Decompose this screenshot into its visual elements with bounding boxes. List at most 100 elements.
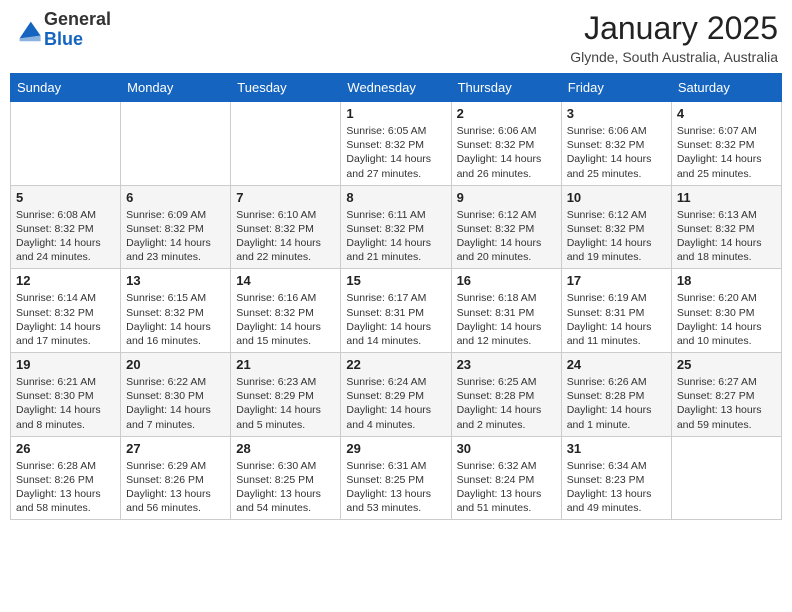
weekday-header: Tuesday bbox=[231, 74, 341, 102]
calendar-cell: 8Sunrise: 6:11 AM Sunset: 8:32 PM Daylig… bbox=[341, 185, 451, 269]
calendar-cell: 25 Sunrise: 6:27 AM Sunset: 8:27 PM Dayli… bbox=[671, 353, 781, 437]
calendar-cell: 11 Sunrise: 6:13 AM Sunset: 8:32 PM Dayli… bbox=[671, 185, 781, 269]
calendar-cell: 14 Sunrise: 6:16 AM Sunset: 8:32 PM Dayli… bbox=[231, 269, 341, 353]
day-info: Sunrise: 6:21 AM Sunset: 8:30 PM Dayligh… bbox=[16, 375, 115, 432]
logo-icon bbox=[14, 16, 42, 44]
calendar-cell: 4Sunrise: 6:07 AM Sunset: 8:32 PM Daylig… bbox=[671, 102, 781, 186]
calendar-cell: 22 Sunrise: 6:24 AM Sunset: 8:29 PM Dayli… bbox=[341, 353, 451, 437]
calendar-cell: 31 Sunrise: 6:34 AM Sunset: 8:23 PM Dayli… bbox=[561, 436, 671, 520]
calendar-cell: 18Sunrise: 6:20 AM Sunset: 8:30 PM Dayli… bbox=[671, 269, 781, 353]
calendar-cell bbox=[231, 102, 341, 186]
day-info: Sunrise: 6:06 AM Sunset: 8:32 PM Dayligh… bbox=[457, 124, 556, 181]
calendar-cell: 24 Sunrise: 6:26 AM Sunset: 8:28 PM Dayli… bbox=[561, 353, 671, 437]
day-info: Sunrise: 6:09 AM Sunset: 8:32 PM Dayligh… bbox=[126, 208, 225, 265]
calendar-cell: 26 Sunrise: 6:28 AM Sunset: 8:26 PM Dayli… bbox=[11, 436, 121, 520]
day-number: 17 bbox=[567, 273, 666, 288]
day-number: 3 bbox=[567, 106, 666, 121]
day-info: Sunrise: 6:18 AM Sunset: 8:31 PM Dayligh… bbox=[457, 291, 556, 348]
day-info: Sunrise: 6:16 AM Sunset: 8:32 PM Dayligh… bbox=[236, 291, 335, 348]
calendar-cell: 16Sunrise: 6:18 AM Sunset: 8:31 PM Dayli… bbox=[451, 269, 561, 353]
calendar-cell: 5 Sunrise: 6:08 AM Sunset: 8:32 PM Daylig… bbox=[11, 185, 121, 269]
logo-general: General bbox=[44, 10, 111, 30]
calendar-cell: 1Sunrise: 6:05 AM Sunset: 8:32 PM Daylig… bbox=[341, 102, 451, 186]
day-number: 15 bbox=[346, 273, 445, 288]
weekday-header: Monday bbox=[121, 74, 231, 102]
day-number: 4 bbox=[677, 106, 776, 121]
logo: General Blue bbox=[14, 10, 111, 50]
day-number: 6 bbox=[126, 190, 225, 205]
day-info: Sunrise: 6:32 AM Sunset: 8:24 PM Dayligh… bbox=[457, 459, 556, 516]
calendar-cell: 29Sunrise: 6:31 AM Sunset: 8:25 PM Dayli… bbox=[341, 436, 451, 520]
day-info: Sunrise: 6:15 AM Sunset: 8:32 PM Dayligh… bbox=[126, 291, 225, 348]
day-info: Sunrise: 6:27 AM Sunset: 8:27 PM Dayligh… bbox=[677, 375, 776, 432]
logo-blue: Blue bbox=[44, 30, 111, 50]
calendar-week-row: 5 Sunrise: 6:08 AM Sunset: 8:32 PM Daylig… bbox=[11, 185, 782, 269]
calendar-cell bbox=[671, 436, 781, 520]
calendar-cell: 27 Sunrise: 6:29 AM Sunset: 8:26 PM Dayli… bbox=[121, 436, 231, 520]
calendar-cell: 30 Sunrise: 6:32 AM Sunset: 8:24 PM Dayli… bbox=[451, 436, 561, 520]
calendar-cell: 19Sunrise: 6:21 AM Sunset: 8:30 PM Dayli… bbox=[11, 353, 121, 437]
calendar-cell bbox=[121, 102, 231, 186]
calendar-cell: 9Sunrise: 6:12 AM Sunset: 8:32 PM Daylig… bbox=[451, 185, 561, 269]
calendar-cell: 28 Sunrise: 6:30 AM Sunset: 8:25 PM Dayli… bbox=[231, 436, 341, 520]
day-number: 27 bbox=[126, 441, 225, 456]
day-number: 9 bbox=[457, 190, 556, 205]
day-info: Sunrise: 6:25 AM Sunset: 8:28 PM Dayligh… bbox=[457, 375, 556, 432]
day-number: 1 bbox=[346, 106, 445, 121]
calendar-cell: 20 Sunrise: 6:22 AM Sunset: 8:30 PM Dayli… bbox=[121, 353, 231, 437]
day-number: 24 bbox=[567, 357, 666, 372]
day-info: Sunrise: 6:20 AM Sunset: 8:30 PM Dayligh… bbox=[677, 291, 776, 348]
day-info: Sunrise: 6:24 AM Sunset: 8:29 PM Dayligh… bbox=[346, 375, 445, 432]
day-number: 26 bbox=[16, 441, 115, 456]
day-number: 28 bbox=[236, 441, 335, 456]
day-info: Sunrise: 6:34 AM Sunset: 8:23 PM Dayligh… bbox=[567, 459, 666, 516]
day-number: 10 bbox=[567, 190, 666, 205]
calendar-cell: 13 Sunrise: 6:15 AM Sunset: 8:32 PM Dayli… bbox=[121, 269, 231, 353]
calendar-week-row: 1Sunrise: 6:05 AM Sunset: 8:32 PM Daylig… bbox=[11, 102, 782, 186]
day-info: Sunrise: 6:10 AM Sunset: 8:32 PM Dayligh… bbox=[236, 208, 335, 265]
day-number: 31 bbox=[567, 441, 666, 456]
day-number: 13 bbox=[126, 273, 225, 288]
calendar-week-row: 26 Sunrise: 6:28 AM Sunset: 8:26 PM Dayli… bbox=[11, 436, 782, 520]
calendar-cell: 6 Sunrise: 6:09 AM Sunset: 8:32 PM Daylig… bbox=[121, 185, 231, 269]
calendar-cell: 21 Sunrise: 6:23 AM Sunset: 8:29 PM Dayli… bbox=[231, 353, 341, 437]
day-info: Sunrise: 6:06 AM Sunset: 8:32 PM Dayligh… bbox=[567, 124, 666, 181]
weekday-header: Sunday bbox=[11, 74, 121, 102]
day-info: Sunrise: 6:29 AM Sunset: 8:26 PM Dayligh… bbox=[126, 459, 225, 516]
day-info: Sunrise: 6:19 AM Sunset: 8:31 PM Dayligh… bbox=[567, 291, 666, 348]
day-number: 29 bbox=[346, 441, 445, 456]
day-info: Sunrise: 6:28 AM Sunset: 8:26 PM Dayligh… bbox=[16, 459, 115, 516]
day-number: 14 bbox=[236, 273, 335, 288]
calendar-cell: 3 Sunrise: 6:06 AM Sunset: 8:32 PM Daylig… bbox=[561, 102, 671, 186]
day-info: Sunrise: 6:30 AM Sunset: 8:25 PM Dayligh… bbox=[236, 459, 335, 516]
weekday-header: Thursday bbox=[451, 74, 561, 102]
day-info: Sunrise: 6:26 AM Sunset: 8:28 PM Dayligh… bbox=[567, 375, 666, 432]
calendar-cell: 10Sunrise: 6:12 AM Sunset: 8:32 PM Dayli… bbox=[561, 185, 671, 269]
day-info: Sunrise: 6:14 AM Sunset: 8:32 PM Dayligh… bbox=[16, 291, 115, 348]
calendar-week-row: 12Sunrise: 6:14 AM Sunset: 8:32 PM Dayli… bbox=[11, 269, 782, 353]
weekday-header: Saturday bbox=[671, 74, 781, 102]
calendar-cell: 7 Sunrise: 6:10 AM Sunset: 8:32 PM Daylig… bbox=[231, 185, 341, 269]
day-number: 20 bbox=[126, 357, 225, 372]
day-number: 8 bbox=[346, 190, 445, 205]
day-info: Sunrise: 6:08 AM Sunset: 8:32 PM Dayligh… bbox=[16, 208, 115, 265]
page-header: General Blue January 2025 Glynde, South … bbox=[10, 10, 782, 65]
day-number: 21 bbox=[236, 357, 335, 372]
calendar-cell: 12Sunrise: 6:14 AM Sunset: 8:32 PM Dayli… bbox=[11, 269, 121, 353]
day-number: 2 bbox=[457, 106, 556, 121]
calendar-cell: 15Sunrise: 6:17 AM Sunset: 8:31 PM Dayli… bbox=[341, 269, 451, 353]
day-number: 23 bbox=[457, 357, 556, 372]
day-number: 25 bbox=[677, 357, 776, 372]
day-info: Sunrise: 6:22 AM Sunset: 8:30 PM Dayligh… bbox=[126, 375, 225, 432]
calendar-cell bbox=[11, 102, 121, 186]
day-info: Sunrise: 6:13 AM Sunset: 8:32 PM Dayligh… bbox=[677, 208, 776, 265]
title-section: January 2025 Glynde, South Australia, Au… bbox=[570, 10, 778, 65]
day-number: 5 bbox=[16, 190, 115, 205]
weekday-header: Friday bbox=[561, 74, 671, 102]
day-number: 22 bbox=[346, 357, 445, 372]
day-number: 7 bbox=[236, 190, 335, 205]
calendar-cell: 17 Sunrise: 6:19 AM Sunset: 8:31 PM Dayli… bbox=[561, 269, 671, 353]
day-number: 11 bbox=[677, 190, 776, 205]
day-number: 30 bbox=[457, 441, 556, 456]
day-info: Sunrise: 6:23 AM Sunset: 8:29 PM Dayligh… bbox=[236, 375, 335, 432]
